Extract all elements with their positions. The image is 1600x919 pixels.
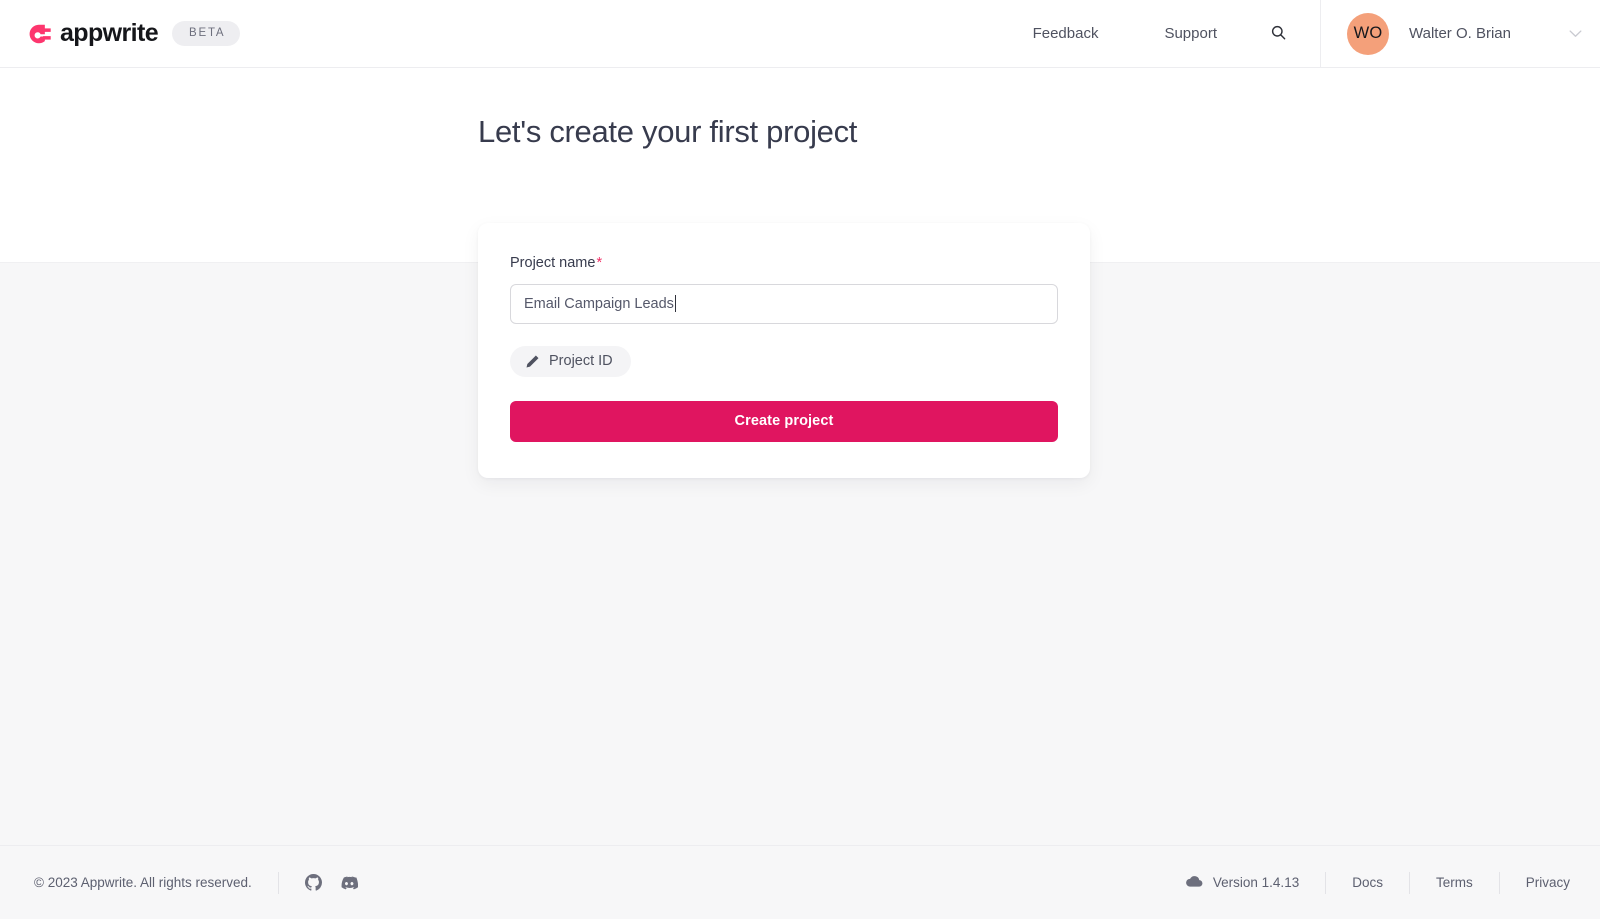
github-icon[interactable]	[304, 874, 322, 891]
brand-area: appwrite BETA	[0, 19, 241, 47]
footer-divider-3	[1408, 871, 1410, 894]
beta-badge: BETA	[172, 20, 241, 47]
footer-divider-4	[1498, 871, 1500, 894]
footer-link-terms[interactable]: Terms	[1436, 875, 1473, 890]
search-icon	[1270, 24, 1287, 44]
footer-right: Version 1.4.13 Docs Terms Privacy	[1185, 871, 1570, 894]
chevron-down-icon	[1529, 29, 1582, 38]
version-info: Version 1.4.13	[1185, 875, 1300, 891]
user-menu-button[interactable]: WO Walter O. Brian	[1320, 0, 1600, 68]
project-name-input[interactable]: Email Campaign Leads	[510, 283, 1058, 324]
project-id-button-label: Project ID	[549, 352, 613, 369]
nav-link-support[interactable]: Support	[1131, 26, 1250, 41]
footer-divider-2	[1325, 871, 1327, 894]
social-links	[304, 874, 358, 892]
required-marker: *	[596, 255, 603, 271]
appwrite-logo-icon	[26, 21, 52, 47]
text-cursor	[674, 295, 676, 312]
main-content: Let's create your first project Project …	[0, 68, 1600, 845]
avatar: WO	[1347, 12, 1389, 55]
app-root: appwrite BETA Feedback Support WO Walter…	[0, 0, 1600, 919]
user-name-label: Walter O. Brian	[1409, 25, 1511, 42]
create-project-button[interactable]: Create project	[510, 400, 1058, 442]
footer-link-privacy[interactable]: Privacy	[1526, 875, 1570, 890]
project-id-button[interactable]: Project ID	[510, 345, 631, 377]
footer-link-docs[interactable]: Docs	[1352, 875, 1383, 890]
appwrite-logo-link[interactable]: appwrite	[26, 19, 159, 47]
copyright-text: © 2023 Appwrite. All rights reserved.	[34, 875, 252, 890]
top-header: appwrite BETA Feedback Support WO Walter…	[0, 0, 1600, 68]
search-button[interactable]	[1258, 14, 1298, 54]
project-name-value: Email Campaign Leads	[524, 295, 674, 312]
page-title: Let's create your first project	[478, 114, 858, 149]
project-name-label-text: Project name	[510, 255, 596, 271]
nav-link-feedback[interactable]: Feedback	[1000, 26, 1132, 41]
create-project-card: Project name* Email Campaign Leads Proje…	[478, 223, 1090, 478]
brand-wordmark: appwrite	[60, 19, 159, 47]
version-label: Version 1.4.13	[1212, 875, 1300, 890]
pencil-icon	[525, 354, 540, 369]
project-name-label: Project name*	[510, 256, 1058, 271]
page-footer: © 2023 Appwrite. All rights reserved. Ve…	[0, 845, 1600, 919]
cloud-icon	[1185, 875, 1203, 891]
footer-divider	[277, 871, 279, 894]
header-nav: Feedback Support WO Walter O. Brian	[1000, 0, 1600, 68]
discord-icon[interactable]	[340, 874, 358, 892]
footer-left: © 2023 Appwrite. All rights reserved.	[34, 871, 358, 894]
